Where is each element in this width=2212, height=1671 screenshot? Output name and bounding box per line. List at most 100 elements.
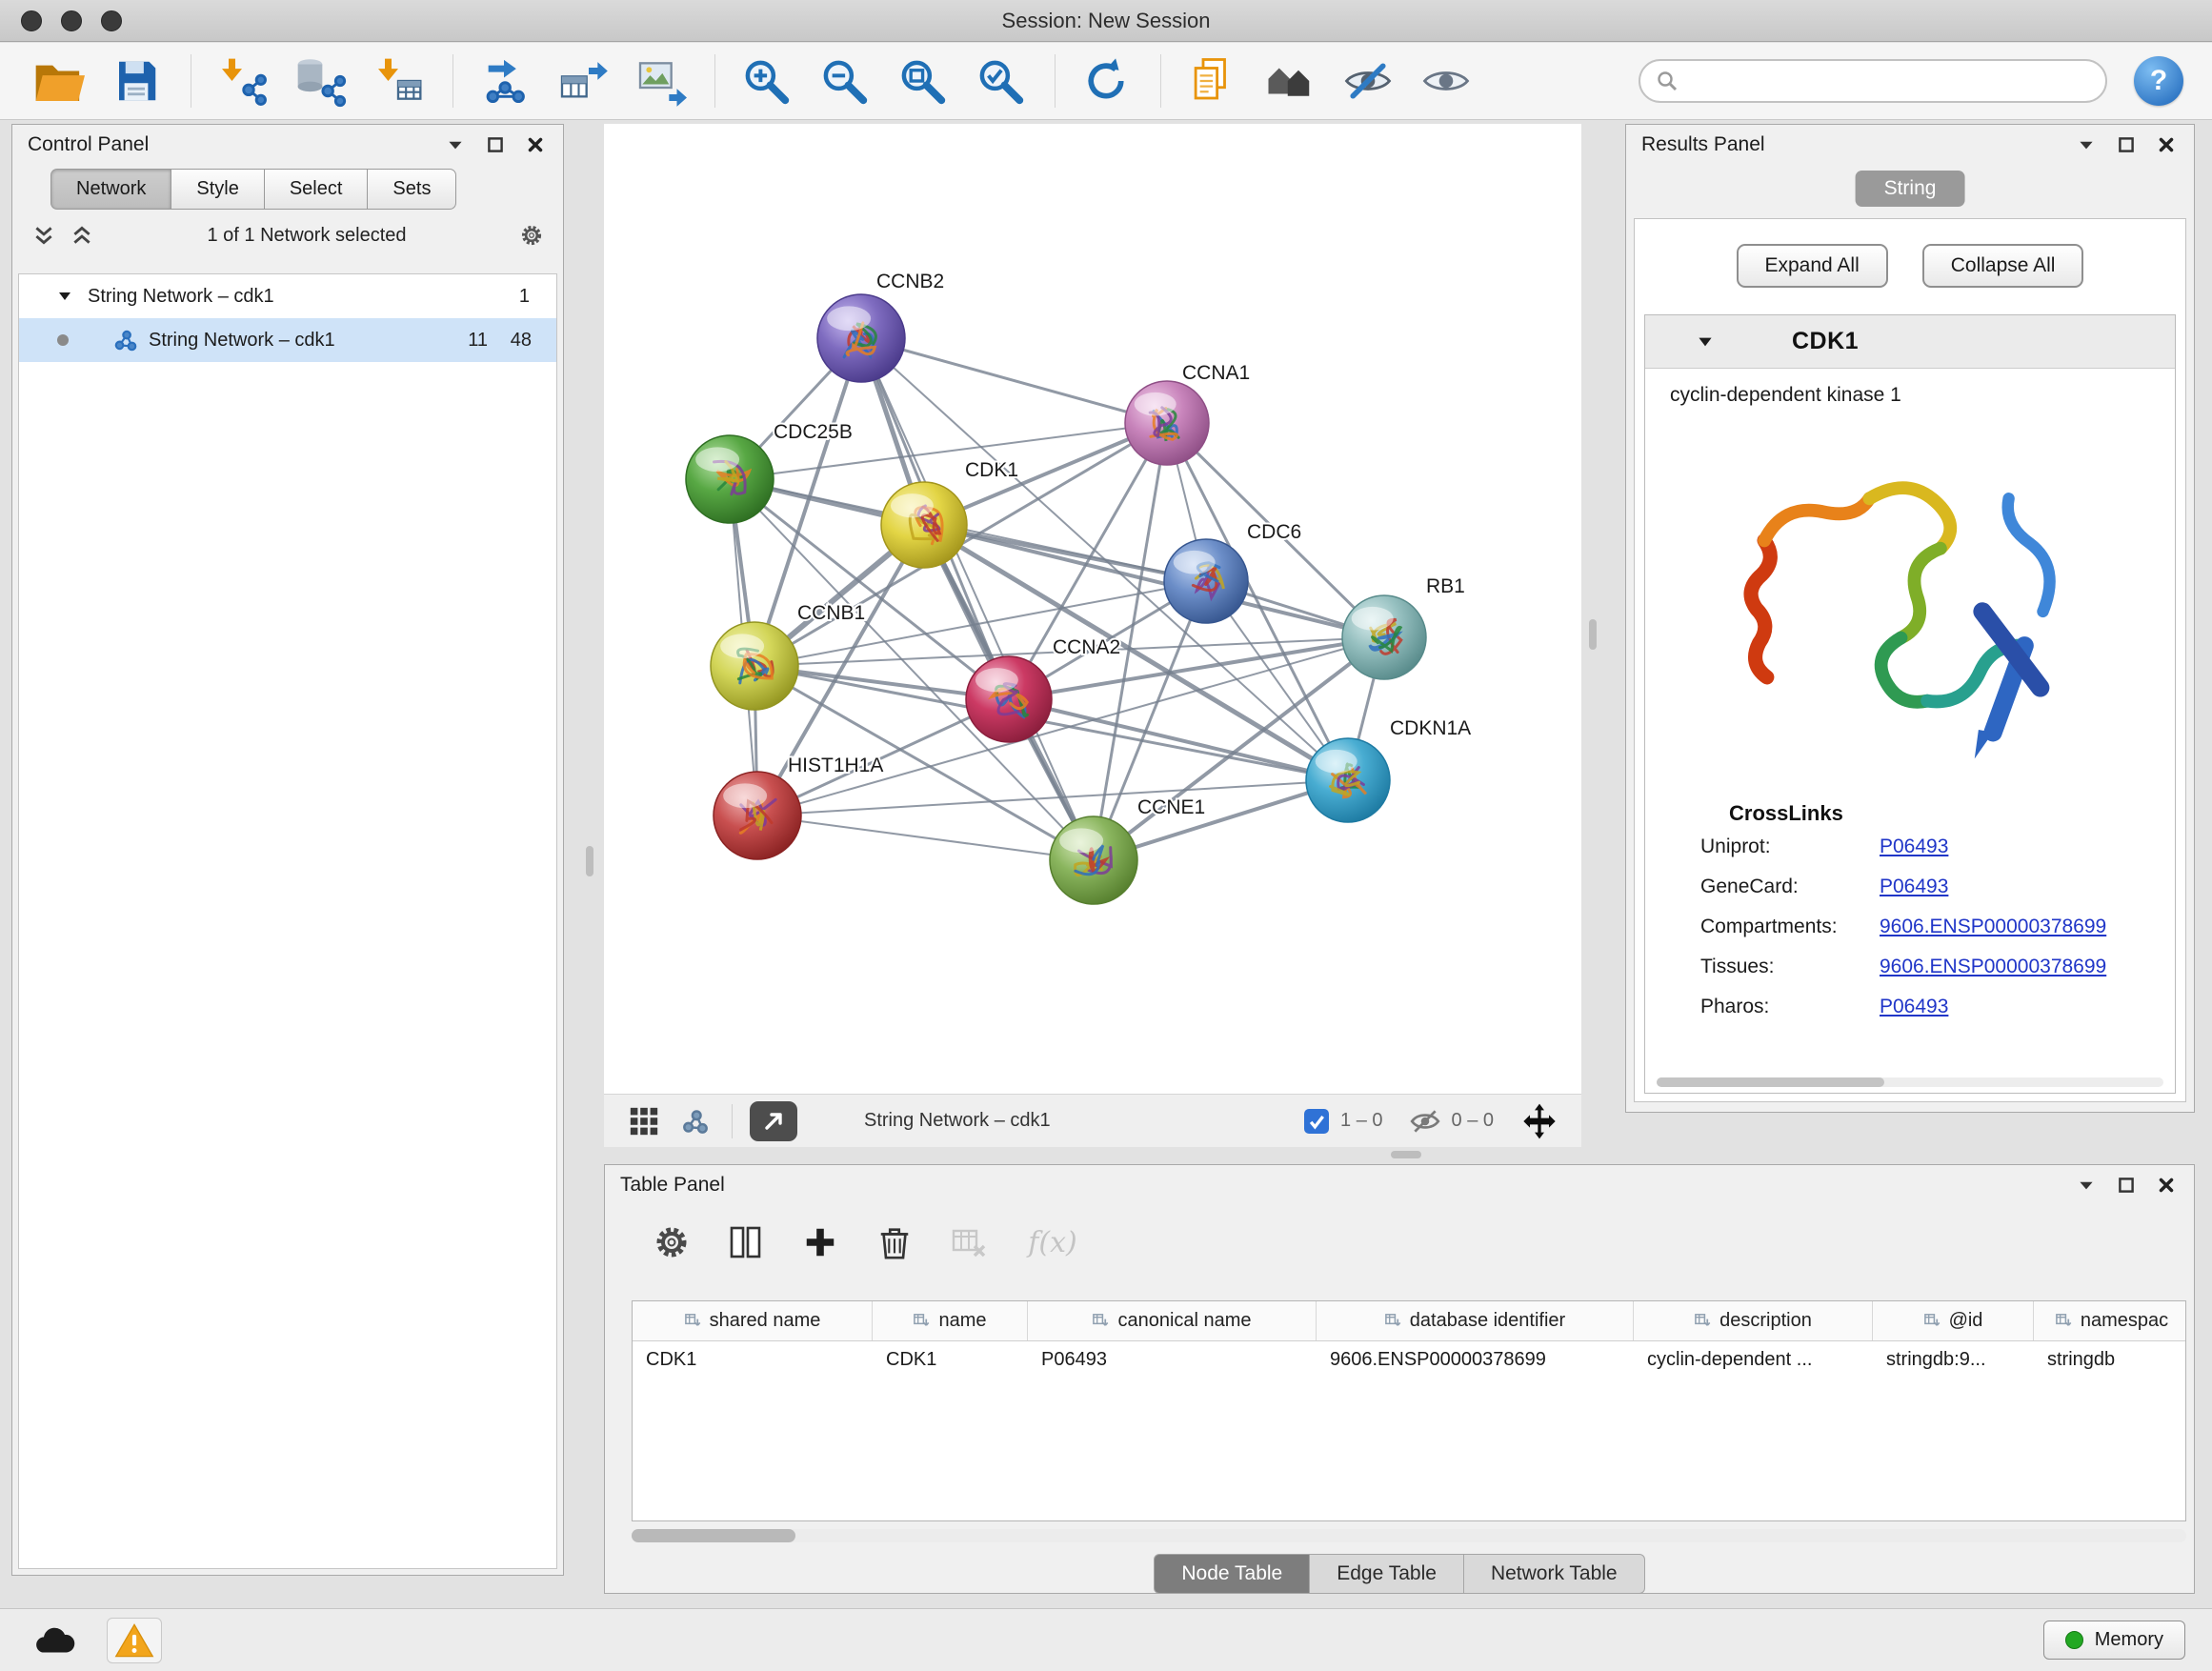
expand-all-button[interactable]: Expand All — [1737, 244, 1888, 288]
network-edge[interactable] — [861, 338, 1094, 860]
help-button[interactable]: ? — [2134, 56, 2183, 106]
network-node-cdkn1a[interactable]: CDKN1A — [1306, 717, 1471, 822]
network-node-ccnb1[interactable]: CCNB1 — [711, 602, 865, 710]
close-window-button[interactable] — [21, 10, 42, 31]
crosslink-genecard[interactable]: P06493 — [1880, 876, 1948, 898]
memory-button[interactable]: Memory — [2043, 1621, 2185, 1660]
float-panel-button[interactable] — [2074, 1173, 2099, 1198]
column-header-description[interactable]: description — [1634, 1301, 1873, 1340]
close-panel-button[interactable] — [2154, 132, 2179, 157]
export-image-button[interactable] — [631, 51, 690, 111]
column-header-name[interactable]: name — [873, 1301, 1028, 1340]
tab-node-table[interactable]: Node Table — [1154, 1554, 1310, 1594]
network-node-rb1[interactable]: RB1 — [1342, 575, 1465, 679]
column-header-id[interactable]: @id — [1873, 1301, 2034, 1340]
tab-select[interactable]: Select — [264, 169, 368, 210]
zoom-to-fit-button[interactable] — [893, 51, 952, 111]
search-input[interactable] — [1688, 70, 2090, 92]
function-builder-button[interactable]: f(x) — [1022, 1221, 1083, 1263]
maximize-panel-button[interactable] — [2114, 132, 2139, 157]
scrollbar-thumb[interactable] — [632, 1529, 795, 1542]
import-network-from-database-button[interactable] — [291, 51, 350, 111]
column-header-shared-name[interactable]: shared name — [633, 1301, 873, 1340]
bottom-splitter-handle[interactable] — [1391, 1151, 1421, 1158]
network-row[interactable]: String Network – cdk1 11 48 — [19, 318, 556, 362]
import-network-from-file-button[interactable] — [212, 51, 271, 111]
grid-view-button[interactable] — [625, 1102, 663, 1140]
network-options-button[interactable] — [519, 223, 544, 248]
close-panel-button[interactable] — [523, 132, 548, 157]
network-edge[interactable] — [730, 479, 1206, 581]
selected-nodes-checkbox[interactable] — [1304, 1109, 1329, 1134]
right-splitter-handle[interactable] — [1589, 619, 1597, 650]
expand-all-networks-button[interactable] — [70, 223, 94, 248]
warnings-button[interactable] — [107, 1618, 162, 1663]
scrollbar-thumb[interactable] — [1657, 1077, 1884, 1087]
left-splitter-handle[interactable] — [586, 846, 593, 876]
cloud-status-button[interactable] — [27, 1618, 82, 1663]
birds-eye-view-button[interactable] — [750, 1101, 797, 1141]
network-view[interactable]: CCNB2CCNA1CDC25BCDK1CDC6RB1CCNB1CCNA2CDK… — [604, 124, 1581, 1094]
new-table-button[interactable] — [553, 51, 612, 111]
minimize-window-button[interactable] — [61, 10, 82, 31]
delete-table-button[interactable] — [948, 1221, 990, 1263]
network-node-ccnb2[interactable]: CCNB2 — [817, 271, 944, 382]
export-to-pdf-button[interactable] — [1182, 51, 1241, 111]
open-session-button[interactable] — [29, 51, 88, 111]
maximize-panel-button[interactable] — [2114, 1173, 2139, 1198]
new-network-button[interactable] — [474, 51, 533, 111]
network-edge[interactable] — [1009, 699, 1348, 780]
table-horizontal-scrollbar[interactable] — [632, 1529, 2186, 1542]
sort-column-icon — [1694, 1312, 1712, 1330]
column-header-canonical-name[interactable]: canonical name — [1028, 1301, 1317, 1340]
window-controls — [21, 10, 122, 31]
tab-network[interactable]: Network — [50, 169, 171, 210]
network-node-hist1h1a[interactable]: HIST1H1A — [714, 755, 883, 859]
show-all-button[interactable] — [1417, 51, 1476, 111]
crosslink-compartments[interactable]: 9606.ENSP00000378699 — [1880, 916, 2106, 938]
tab-style[interactable]: Style — [171, 169, 263, 210]
show-columns-button[interactable] — [725, 1221, 767, 1263]
table-row[interactable]: CDK1 CDK1 P06493 9606.ENSP00000378699 cy… — [633, 1341, 2185, 1381]
network-graph[interactable]: CCNB2CCNA1CDC25BCDK1CDC6RB1CCNB1CCNA2CDK… — [604, 124, 1581, 1094]
pan-tool-button[interactable] — [1518, 1100, 1560, 1142]
crosslink-pharos[interactable]: P06493 — [1880, 996, 1948, 1018]
network-edge[interactable] — [757, 637, 1384, 815]
tab-string[interactable]: String — [1856, 171, 1965, 207]
network-node-ccna1[interactable]: CCNA1 — [1125, 362, 1250, 465]
network-view-mode-button[interactable] — [676, 1102, 714, 1140]
add-column-button[interactable] — [799, 1221, 841, 1263]
network-node-cdc6[interactable]: CDC6 — [1164, 521, 1301, 623]
collapse-all-networks-button[interactable] — [31, 223, 56, 248]
close-panel-button[interactable] — [2154, 1173, 2179, 1198]
hide-selected-button[interactable] — [1338, 51, 1398, 111]
cell-canonical-name: P06493 — [1028, 1341, 1317, 1381]
tab-network-table[interactable]: Network Table — [1464, 1554, 1645, 1594]
gene-section-toggle[interactable]: CDK1 — [1645, 315, 2175, 369]
crosslink-uniprot[interactable]: P06493 — [1880, 836, 1948, 858]
maximize-panel-button[interactable] — [483, 132, 508, 157]
float-panel-button[interactable] — [443, 132, 468, 157]
maximize-window-button[interactable] — [101, 10, 122, 31]
network-collection-row[interactable]: String Network – cdk1 1 — [19, 274, 556, 318]
delete-column-button[interactable] — [874, 1221, 915, 1263]
selected-count: 1 – 0 — [1340, 1110, 1382, 1132]
network-edge[interactable] — [757, 815, 1094, 860]
crosslink-tissues[interactable]: 9606.ENSP00000378699 — [1880, 956, 2106, 978]
zoom-in-button[interactable] — [736, 51, 795, 111]
network-node-cdk1[interactable]: CDK1 — [881, 459, 1018, 568]
float-panel-button[interactable] — [2074, 132, 2099, 157]
string-home-button[interactable] — [1260, 51, 1319, 111]
zoom-to-selected-button[interactable] — [971, 51, 1030, 111]
results-horizontal-scrollbar[interactable] — [1657, 1077, 2163, 1087]
zoom-out-button[interactable] — [814, 51, 874, 111]
import-table-from-file-button[interactable] — [369, 51, 428, 111]
table-options-button[interactable] — [651, 1221, 693, 1263]
tab-edge-table[interactable]: Edge Table — [1310, 1554, 1464, 1594]
column-header-namespace[interactable]: namespac — [2034, 1301, 2186, 1340]
save-session-button[interactable] — [107, 51, 166, 111]
apply-preferred-layout-button[interactable] — [1076, 51, 1136, 111]
tab-sets[interactable]: Sets — [367, 169, 456, 210]
column-header-database-identifier[interactable]: database identifier — [1317, 1301, 1634, 1340]
collapse-all-button[interactable]: Collapse All — [1922, 244, 2084, 288]
